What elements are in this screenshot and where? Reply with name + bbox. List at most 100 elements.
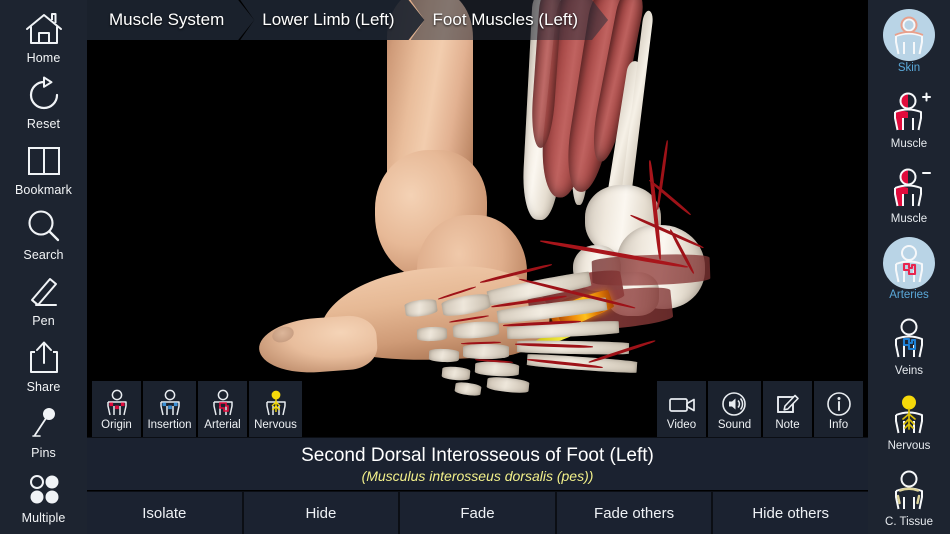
multiple-icon bbox=[22, 468, 66, 510]
skin-label: Skin bbox=[897, 61, 921, 74]
breadcrumb-item-2[interactable]: Foot Muscles (Left) bbox=[411, 0, 609, 40]
nervous-button[interactable]: Nervous bbox=[249, 381, 302, 437]
layer-item-muscle-remove[interactable]: Muscle bbox=[868, 155, 950, 231]
nervous-label: Nervous bbox=[254, 418, 297, 431]
muscle-remove-icon bbox=[881, 160, 937, 213]
insertion-button[interactable]: Insertion bbox=[143, 381, 196, 437]
speaker-icon bbox=[720, 387, 750, 417]
origin-label: Origin bbox=[101, 418, 132, 431]
peroneal-artery-upper[interactable] bbox=[656, 140, 669, 210]
pen-icon bbox=[22, 271, 66, 313]
muscle-remove-label: Muscle bbox=[890, 213, 928, 226]
pen-label: Pen bbox=[32, 314, 55, 328]
pin-icon bbox=[22, 403, 66, 445]
phalanx-5[interactable] bbox=[486, 375, 530, 395]
share-label: Share bbox=[26, 379, 61, 394]
breadcrumb-label-1: Lower Limb (Left) bbox=[262, 10, 395, 29]
isolate-button[interactable]: Isolate bbox=[87, 492, 242, 534]
sidebar-item-search[interactable]: Search bbox=[0, 205, 87, 271]
search-label: Search bbox=[23, 248, 64, 263]
hide-others-button[interactable]: Hide others bbox=[713, 492, 868, 534]
structure-action-bar: Isolate Hide Fade Fade others Hide other… bbox=[87, 491, 868, 534]
isolate-label: Isolate bbox=[142, 504, 187, 522]
arterial-button[interactable]: Arterial bbox=[198, 381, 247, 437]
muscle-add-icon bbox=[881, 85, 937, 138]
nervous-label: Nervous bbox=[887, 440, 931, 453]
home-icon bbox=[22, 8, 66, 50]
layer-item-muscle-add[interactable]: Muscle bbox=[868, 80, 950, 156]
info-circle-icon bbox=[825, 387, 853, 417]
arteries-label: Arteries bbox=[889, 289, 929, 302]
hide-label: Hide bbox=[305, 504, 337, 522]
phalanx-4[interactable] bbox=[474, 360, 520, 378]
muscle-add-label: Muscle bbox=[890, 137, 928, 150]
connective-tissue-icon bbox=[881, 463, 937, 516]
fade-label: Fade bbox=[460, 504, 495, 522]
sidebar-item-bookmark[interactable]: Bookmark bbox=[0, 140, 87, 206]
veins-layer-icon bbox=[881, 312, 937, 365]
breadcrumb-item-0[interactable]: Muscle System bbox=[87, 0, 254, 40]
video-camera-icon bbox=[667, 387, 697, 417]
hide-button[interactable]: Hide bbox=[243, 492, 399, 534]
arterial-icon bbox=[208, 387, 238, 417]
multiple-label: Multiple bbox=[21, 511, 66, 526]
layer-item-veins[interactable]: Veins bbox=[868, 307, 950, 383]
connective-tissue-label: C. Tissue bbox=[885, 516, 933, 529]
reset-label: Reset bbox=[26, 116, 61, 131]
breadcrumb: Muscle System Lower Limb (Left) Foot Mus… bbox=[87, 0, 608, 40]
origin-button[interactable]: Origin bbox=[92, 381, 141, 437]
reset-icon bbox=[22, 74, 66, 116]
structure-latin-name: (Musculus interosseus dorsalis (pes)) bbox=[361, 467, 594, 484]
fade-button[interactable]: Fade bbox=[400, 492, 555, 534]
origin-icon bbox=[102, 387, 132, 417]
hide-others-label: Hide others bbox=[752, 504, 830, 522]
structure-filter-group: Origin Insertion Arterial Nervous bbox=[92, 381, 302, 437]
veins-label: Veins bbox=[894, 364, 924, 377]
sidebar-item-multiple[interactable]: Multiple bbox=[0, 468, 87, 534]
phalanx-3[interactable] bbox=[463, 344, 509, 359]
sidebar-item-reset[interactable]: Reset bbox=[0, 74, 87, 140]
sidebar-item-share[interactable]: Share bbox=[0, 337, 87, 403]
distal-phalanx-3[interactable] bbox=[428, 348, 460, 363]
anatomy-app-window: Muscle System Lower Limb (Left) Foot Mus… bbox=[0, 0, 950, 534]
insertion-label: Insertion bbox=[147, 418, 192, 431]
breadcrumb-label-2: Foot Muscles (Left) bbox=[432, 10, 579, 29]
bookmark-label: Bookmark bbox=[14, 182, 73, 197]
fade-others-label: Fade others bbox=[594, 504, 675, 522]
arterial-label: Arterial bbox=[204, 418, 241, 431]
left-toolbar: Home Reset Bookmark Search Pen Share Pin… bbox=[0, 0, 87, 534]
note-pencil-icon bbox=[774, 387, 802, 417]
distal-phalanx-4[interactable] bbox=[441, 365, 471, 382]
arteries-layer-icon bbox=[881, 236, 937, 289]
selection-info-panel: Second Dorsal Interosseous of Foot (Left… bbox=[87, 437, 868, 490]
sound-button[interactable]: Sound bbox=[708, 381, 761, 437]
note-label: Note bbox=[775, 418, 800, 431]
sidebar-item-pins[interactable]: Pins bbox=[0, 403, 87, 469]
insertion-icon bbox=[155, 387, 185, 417]
info-button[interactable]: Info bbox=[814, 381, 863, 437]
home-label: Home bbox=[26, 51, 61, 65]
media-tools-group: Video Sound Note Info bbox=[657, 381, 863, 437]
breadcrumb-label-0: Muscle System bbox=[109, 10, 225, 29]
video-label: Video bbox=[666, 418, 697, 431]
nervous-layer-icon bbox=[881, 387, 937, 440]
layer-item-skin[interactable]: Skin bbox=[868, 4, 950, 80]
breadcrumb-item-1[interactable]: Lower Limb (Left) bbox=[240, 0, 424, 40]
layer-item-connective-tissue[interactable]: C. Tissue bbox=[868, 458, 950, 534]
fade-others-button[interactable]: Fade others bbox=[556, 492, 712, 534]
system-layers-toolbar: Skin Muscle Muscle Arteries Veins Nervou… bbox=[868, 0, 950, 534]
pins-label: Pins bbox=[31, 445, 56, 460]
layer-item-arteries[interactable]: Arteries bbox=[868, 231, 950, 307]
skin-layer-icon bbox=[881, 9, 937, 62]
sidebar-item-pen[interactable]: Pen bbox=[0, 271, 87, 337]
layer-item-nervous[interactable]: Nervous bbox=[868, 383, 950, 459]
distal-phalanx-2[interactable] bbox=[416, 326, 448, 342]
structure-title: Second Dorsal Interosseous of Foot (Left… bbox=[301, 444, 654, 466]
nervous-icon bbox=[261, 387, 291, 417]
share-icon bbox=[22, 337, 66, 379]
distal-phalanx-5[interactable] bbox=[454, 381, 482, 397]
note-button[interactable]: Note bbox=[763, 381, 812, 437]
skin-great-toe bbox=[257, 313, 379, 377]
sidebar-item-home[interactable]: Home bbox=[0, 8, 87, 74]
video-button[interactable]: Video bbox=[657, 381, 706, 437]
